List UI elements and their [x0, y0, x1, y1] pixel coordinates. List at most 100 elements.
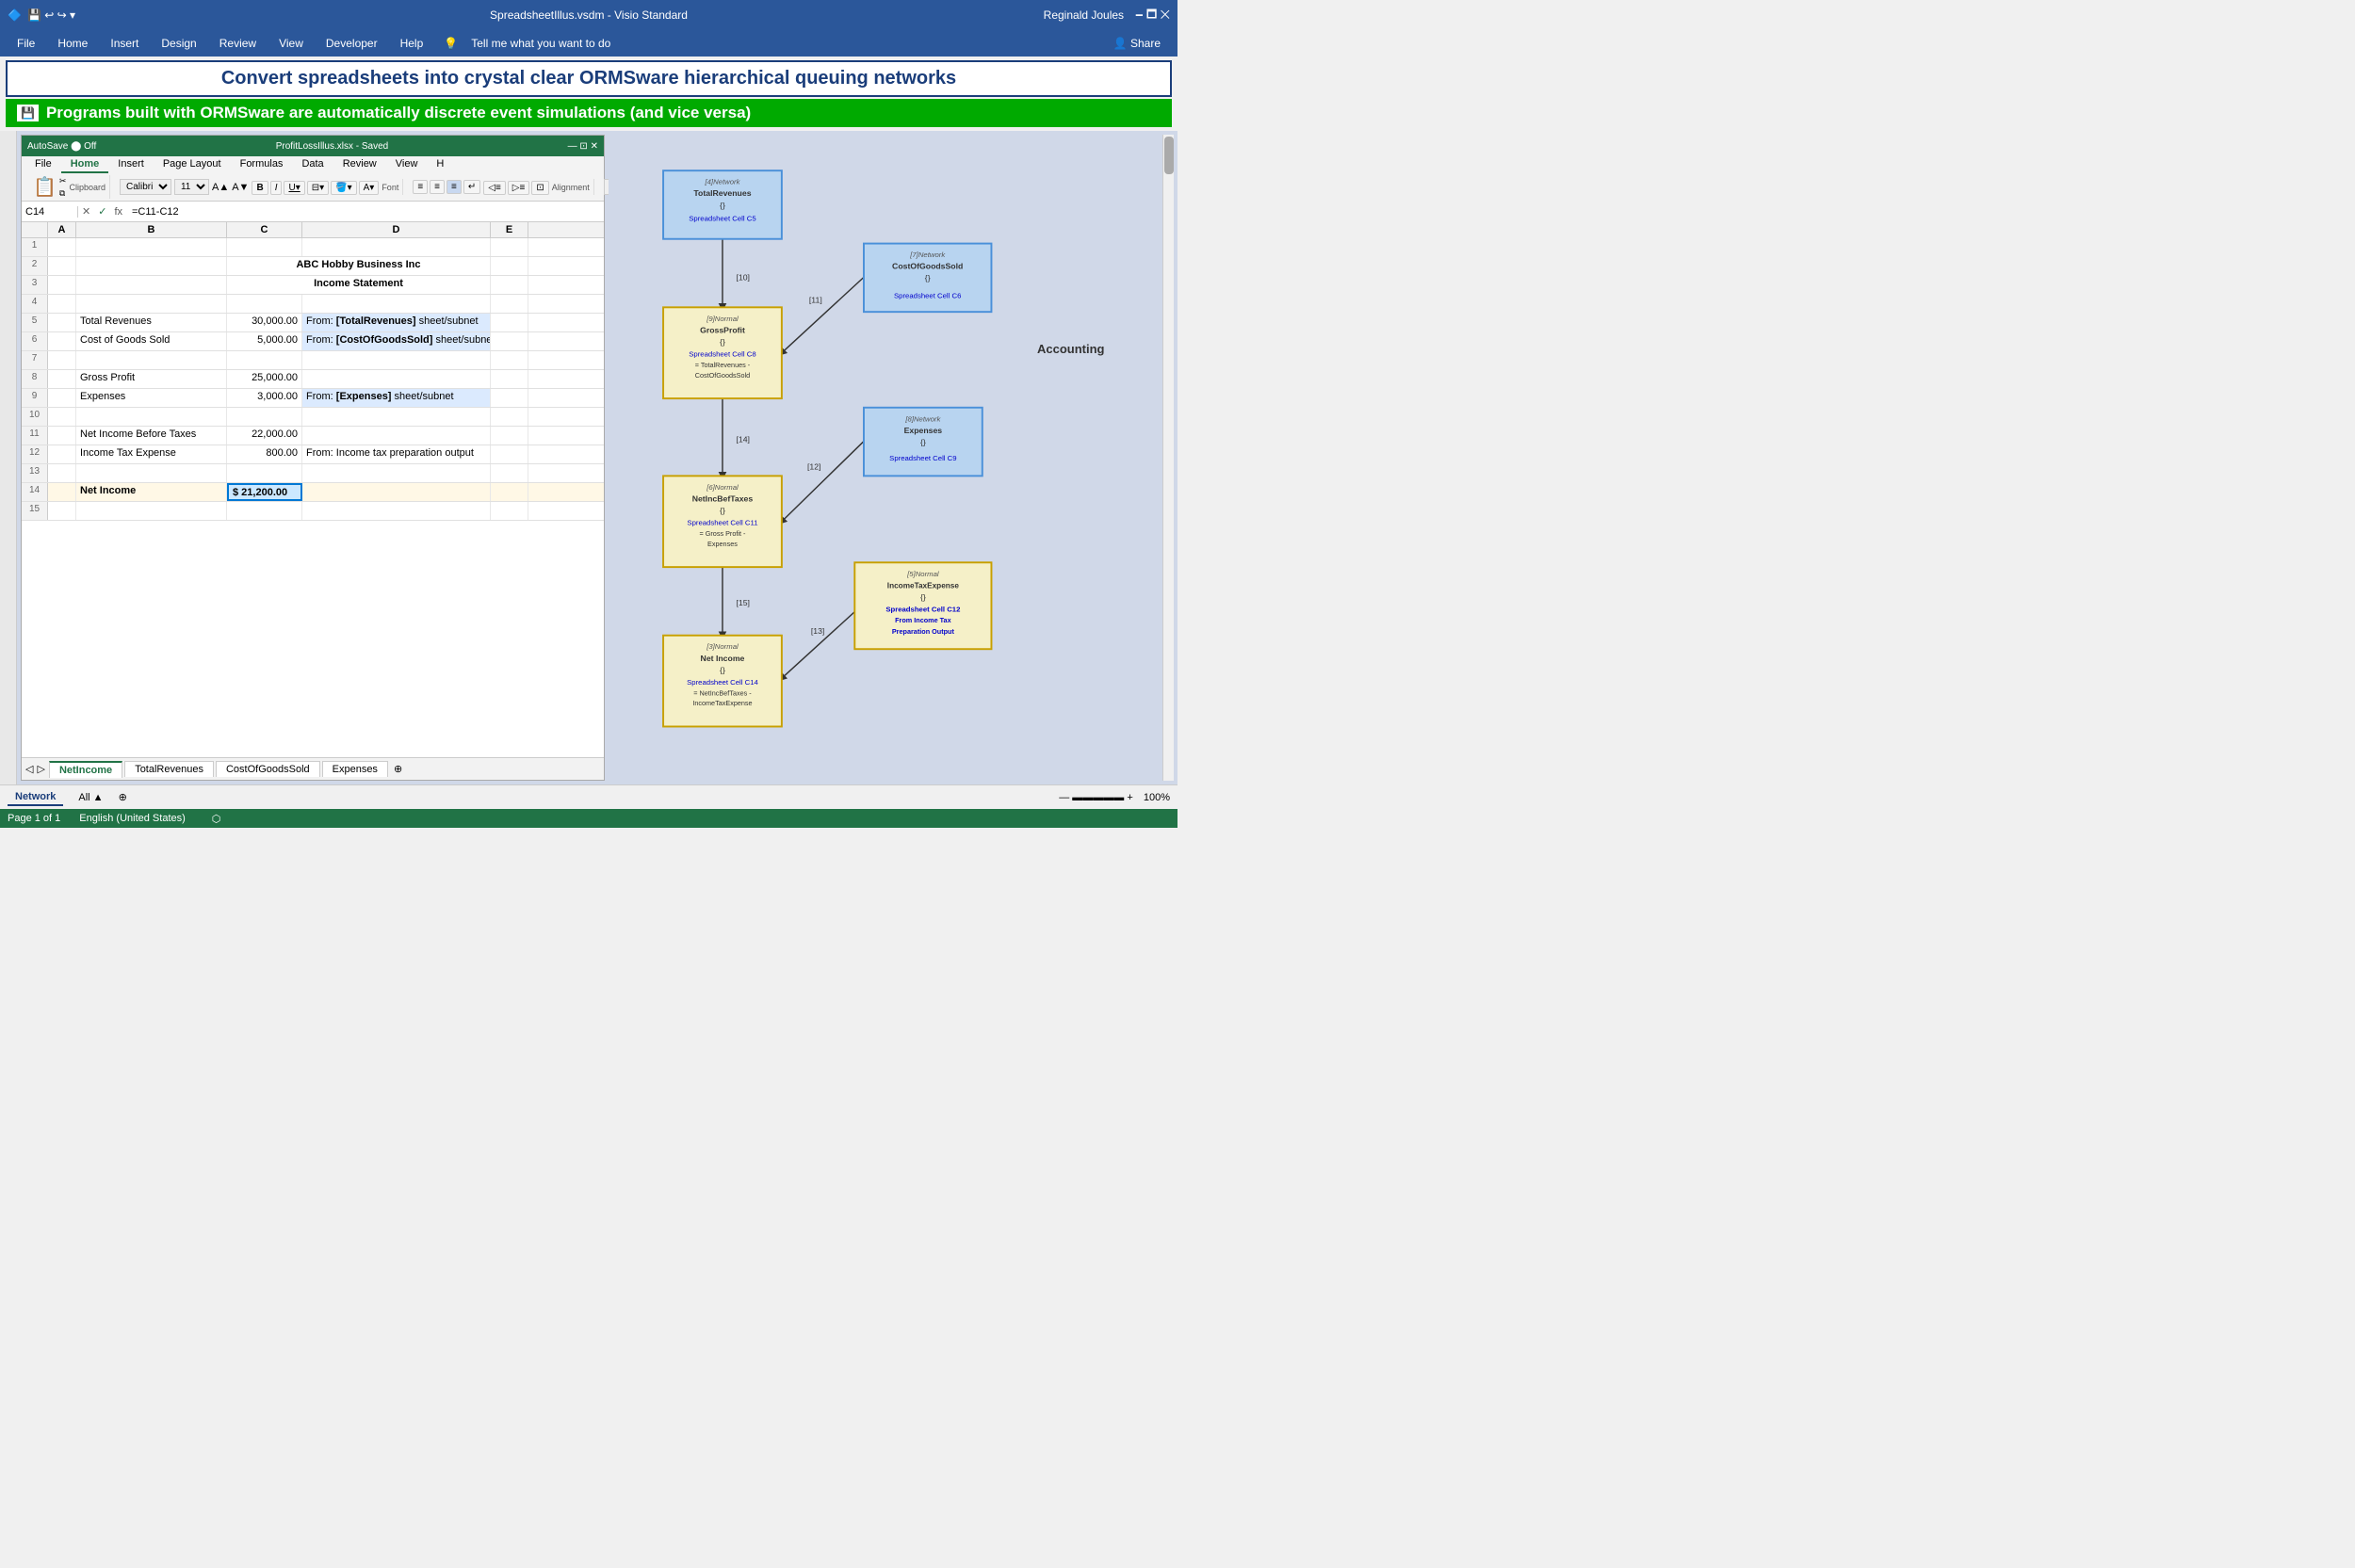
menu-file[interactable]: File — [8, 35, 44, 52]
merge-icon[interactable]: ⊡ — [531, 181, 548, 195]
bold-button[interactable]: B — [252, 181, 268, 195]
cell-a12[interactable] — [48, 445, 76, 463]
excel-tab-pagelayout[interactable]: Page Layout — [154, 156, 231, 173]
col-b-header[interactable]: B — [76, 222, 227, 237]
excel-tab-home[interactable]: Home — [61, 156, 109, 173]
cell-e8[interactable] — [491, 370, 528, 388]
add-sheet-icon[interactable]: ⊕ — [394, 763, 402, 775]
menu-home[interactable]: Home — [48, 35, 97, 52]
cell-b4[interactable] — [76, 295, 227, 313]
col-e-header[interactable]: E — [491, 222, 528, 237]
cell-c2[interactable]: ABC Hobby Business Inc — [227, 257, 491, 275]
cell-e12[interactable] — [491, 445, 528, 463]
cell-b2[interactable] — [76, 257, 227, 275]
cell-a11[interactable] — [48, 427, 76, 445]
cell-c13[interactable] — [227, 464, 302, 482]
cell-d14[interactable] — [302, 483, 491, 501]
cell-e9[interactable] — [491, 389, 528, 407]
cell-d5[interactable]: From: [TotalRevenues] sheet/subnet — [302, 314, 491, 331]
vertical-scrollbar[interactable] — [1162, 135, 1174, 781]
zoom-controls[interactable]: — ▬▬▬▬▬ + — [1059, 792, 1133, 803]
cell-d8[interactable] — [302, 370, 491, 388]
font-grow-icon[interactable]: A▲ — [212, 182, 229, 193]
cell-d9[interactable]: From: [Expenses] sheet/subnet — [302, 389, 491, 407]
next-sheet-icon[interactable]: ▷ — [37, 763, 44, 775]
copy-icon[interactable]: ⧉ — [59, 188, 67, 199]
menu-insert[interactable]: Insert — [101, 35, 148, 52]
cell-d7[interactable] — [302, 351, 491, 369]
menu-design[interactable]: Design — [152, 35, 205, 52]
cell-a1[interactable] — [48, 238, 76, 256]
align-center-icon[interactable]: ≡ — [430, 180, 445, 194]
save-icon[interactable]: 💾 — [17, 105, 39, 121]
cell-e11[interactable] — [491, 427, 528, 445]
cut-icon[interactable]: ✂ — [59, 176, 67, 186]
cell-c6[interactable]: 5,000.00 — [227, 332, 302, 350]
menu-review[interactable]: Review — [210, 35, 266, 52]
fontsize-select[interactable]: 11 — [174, 179, 209, 195]
cell-b12[interactable]: Income Tax Expense — [76, 445, 227, 463]
cell-c9[interactable]: 3,000.00 — [227, 389, 302, 407]
formula-cancel-icon[interactable]: ✕ — [78, 205, 94, 218]
indent-right-icon[interactable]: ▷≡ — [508, 181, 530, 195]
sheet-tab-totalrevenues[interactable]: TotalRevenues — [124, 761, 214, 777]
cell-a3[interactable] — [48, 276, 76, 294]
excel-tab-insert[interactable]: Insert — [108, 156, 154, 173]
cell-d15[interactable] — [302, 502, 491, 520]
cell-a4[interactable] — [48, 295, 76, 313]
menu-view[interactable]: View — [269, 35, 313, 52]
cell-b8[interactable]: Gross Profit — [76, 370, 227, 388]
cell-a15[interactable] — [48, 502, 76, 520]
cell-d6[interactable]: From: [CostOfGoodsSold] sheet/subnet — [302, 332, 491, 350]
cell-d1[interactable] — [302, 238, 491, 256]
cell-e2[interactable] — [491, 257, 528, 275]
cell-b1[interactable] — [76, 238, 227, 256]
font-shrink-icon[interactable]: A▼ — [232, 182, 249, 193]
sheet-tab-costofgoodssold[interactable]: CostOfGoodsSold — [216, 761, 320, 777]
cell-c3[interactable]: Income Statement — [227, 276, 491, 294]
cell-b5[interactable]: Total Revenues — [76, 314, 227, 331]
font-select[interactable]: Calibri — [120, 179, 171, 195]
cell-d11[interactable] — [302, 427, 491, 445]
cell-d12[interactable]: From: Income tax preparation output — [302, 445, 491, 463]
cell-a9[interactable] — [48, 389, 76, 407]
cell-b9[interactable]: Expenses — [76, 389, 227, 407]
cell-a2[interactable] — [48, 257, 76, 275]
cell-e13[interactable] — [491, 464, 528, 482]
share-button[interactable]: 👤 Share — [1104, 35, 1170, 52]
underline-button[interactable]: U▾ — [284, 181, 304, 195]
col-a-header[interactable]: A — [48, 222, 76, 237]
window-controls[interactable]: 🗕 🗖 ✕ — [1135, 6, 1170, 25]
paste-button[interactable]: 📋 — [33, 175, 57, 199]
cell-e15[interactable] — [491, 502, 528, 520]
cell-c10[interactable] — [227, 408, 302, 426]
cell-c14[interactable]: $ 21,200.00 — [227, 483, 302, 501]
fill-button[interactable]: 🪣▾ — [331, 181, 356, 195]
cell-b6[interactable]: Cost of Goods Sold — [76, 332, 227, 350]
page-tab-all[interactable]: All ▲ — [71, 790, 110, 805]
cell-c12[interactable]: 800.00 — [227, 445, 302, 463]
cell-e10[interactable] — [491, 408, 528, 426]
wrap-text-icon[interactable]: ↵ — [463, 180, 480, 194]
cell-d4[interactable] — [302, 295, 491, 313]
accessibility-icon[interactable]: ⬡ — [212, 813, 221, 825]
cell-b15[interactable] — [76, 502, 227, 520]
cell-a5[interactable] — [48, 314, 76, 331]
align-right-icon[interactable]: ≡ — [447, 180, 462, 194]
cell-c11[interactable]: 22,000.00 — [227, 427, 302, 445]
cell-e5[interactable] — [491, 314, 528, 331]
align-left-icon[interactable]: ≡ — [413, 180, 428, 194]
cell-b10[interactable] — [76, 408, 227, 426]
cell-b13[interactable] — [76, 464, 227, 482]
prev-sheet-icon[interactable]: ◁ — [25, 763, 33, 775]
cell-a14[interactable] — [48, 483, 76, 501]
cell-b14[interactable]: Net Income — [76, 483, 227, 501]
border-button[interactable]: ⊟▾ — [307, 181, 329, 195]
menu-help[interactable]: Help — [391, 35, 433, 52]
excel-tab-file[interactable]: File — [25, 156, 61, 173]
cell-e4[interactable] — [491, 295, 528, 313]
cell-c8[interactable]: 25,000.00 — [227, 370, 302, 388]
excel-tab-review[interactable]: Review — [333, 156, 386, 173]
indent-left-icon[interactable]: ◁≡ — [483, 181, 506, 195]
cell-a10[interactable] — [48, 408, 76, 426]
